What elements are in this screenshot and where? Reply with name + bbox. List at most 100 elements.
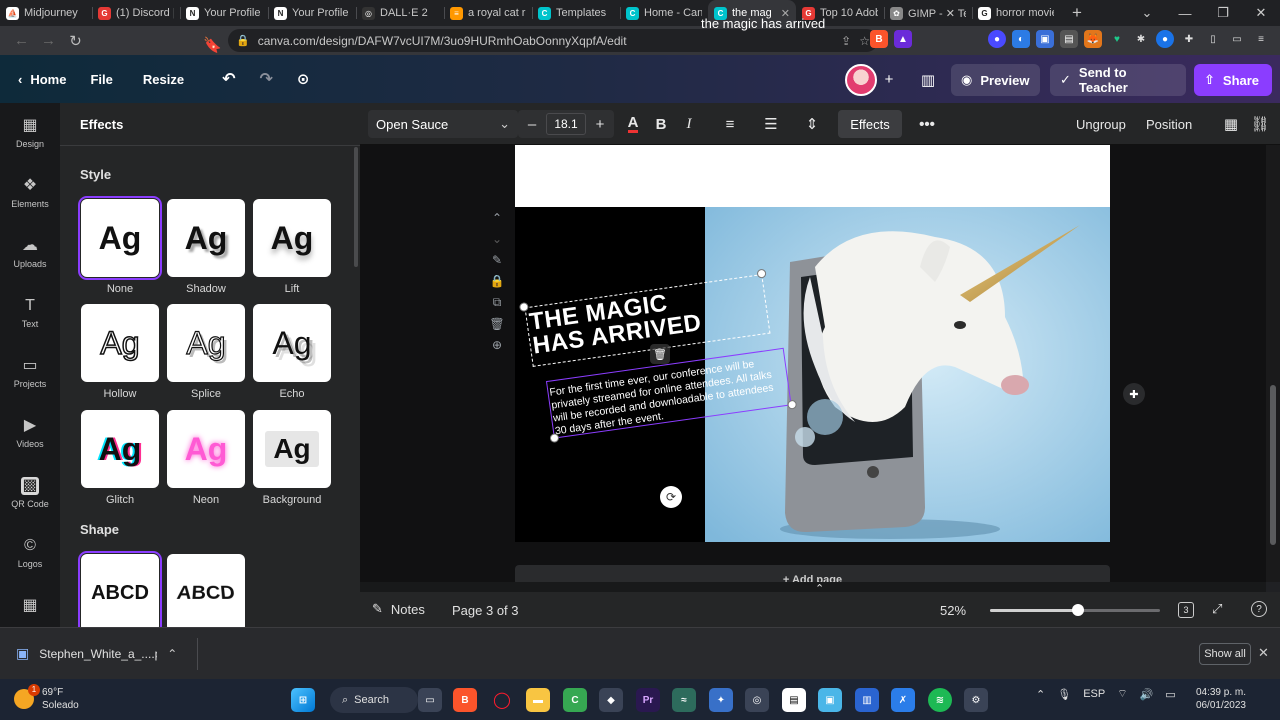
omnibox[interactable]: 🔒 canva.com/design/DAFW7vcUI7M/3uo9HURmh… [228, 29, 878, 52]
rail-item-apps[interactable]: ▦ [0, 597, 60, 615]
camtasia-icon[interactable]: C [563, 688, 587, 712]
notes-button[interactable]: ✎ Notes [372, 601, 425, 617]
extensions-puzzle-icon[interactable]: ✚ [1180, 30, 1198, 48]
microphone-icon[interactable]: 🎙 [1057, 688, 1071, 701]
browser-tab[interactable]: ✿ GIMP - ✕ Te [884, 0, 972, 26]
chevron-down-icon[interactable]: ⌄ [492, 232, 502, 246]
list-icon[interactable]: ☰ [758, 111, 784, 137]
rail-item-projects[interactable]: ▭ Projects [0, 357, 60, 389]
effect-tile-neon[interactable]: Ag [167, 410, 245, 488]
share-page-icon[interactable]: ⇪ [841, 34, 851, 48]
bold-button[interactable]: B [648, 111, 674, 137]
more-options-icon[interactable]: ••• [914, 111, 940, 137]
spacing-icon[interactable]: ⇕ [799, 111, 825, 137]
resize-button[interactable]: Resize [131, 62, 196, 96]
brave-rewards-icon[interactable]: ▲ [894, 30, 912, 48]
volume-icon[interactable]: 🔊 [1140, 688, 1154, 701]
file-explorer-icon[interactable]: ▬ [526, 688, 550, 712]
browser-tab[interactable]: N Your Profile [268, 0, 356, 26]
metamask-icon[interactable]: 🦊 [1084, 30, 1102, 48]
effects-button[interactable]: Effects [838, 110, 902, 138]
rail-item-elements[interactable]: ❖ Elements [0, 177, 60, 209]
position-button[interactable]: Position [1146, 117, 1192, 132]
effect-tile-background[interactable]: Ag [253, 410, 331, 488]
effect-tile-splice[interactable]: Ag [167, 304, 245, 382]
app-icon-4[interactable]: ▤ [782, 688, 806, 712]
close-download-bar-icon[interactable]: ✕ [1258, 645, 1269, 661]
premiere-icon[interactable]: Pr [636, 688, 660, 712]
app-icon-3[interactable]: ◎ [745, 688, 769, 712]
share-button[interactable]: ⇧ Share [1194, 64, 1272, 96]
panel-scrollbar[interactable] [354, 147, 358, 267]
undo-button[interactable]: ↶ [210, 62, 247, 96]
save-status-icon[interactable]: ⊙ [285, 62, 322, 96]
transparency-icon[interactable]: ▦ [1218, 111, 1244, 137]
chevron-up-icon[interactable]: ⌃ [492, 211, 502, 225]
settings-icon[interactable]: ⚙ [964, 688, 988, 712]
previous-page[interactable] [515, 145, 1110, 207]
notes-page-icon[interactable]: ✎ [492, 253, 502, 267]
back-button[interactable]: ← [8, 27, 35, 54]
text-color-button[interactable]: A [620, 111, 646, 137]
store-icon[interactable]: ▥ [855, 688, 879, 712]
menu-icon[interactable]: ≡ [1252, 30, 1270, 48]
redo-button[interactable]: ↷ [247, 62, 284, 96]
reload-button[interactable]: ↻ [62, 27, 89, 54]
browser-tab[interactable]: Ghorror movie [972, 0, 1060, 26]
rail-item-uploads[interactable]: ☁ Uploads [0, 237, 60, 269]
shape-tile[interactable]: ABCD [167, 554, 245, 627]
duplicate-page-icon[interactable]: ⧉ [493, 295, 502, 310]
windows-start-icon[interactable]: ⊞ [291, 688, 315, 712]
resize-handle-bottom-left[interactable] [549, 432, 560, 444]
decrease-font-size-button[interactable]: – [518, 110, 546, 138]
file-button[interactable]: File [78, 62, 124, 96]
extension-icon-3[interactable]: ▣ [1036, 30, 1054, 48]
effect-tile-shadow[interactable]: Ag [167, 199, 245, 277]
canvas-horizontal-scrollbar[interactable] [360, 582, 1266, 592]
weather-widget[interactable]: 1 69°F Soleado [14, 684, 79, 712]
wallet-icon[interactable]: ▭ [1228, 30, 1246, 48]
increase-font-size-button[interactable]: + [586, 110, 614, 138]
lock-icon[interactable]: 🔒 [490, 274, 505, 288]
forward-button[interactable]: → [35, 27, 62, 54]
font-family-select[interactable]: Open Sauce ⌄ [368, 110, 518, 138]
link-icon[interactable]: ⛓ [1247, 111, 1273, 137]
brave-taskbar-icon[interactable]: B [453, 688, 477, 712]
home-button[interactable]: ‹ Home [6, 62, 78, 96]
show-all-button[interactable]: Show all [1199, 643, 1251, 665]
taskbar-search[interactable]: ⌕ Search [330, 687, 418, 713]
brave-shield-icon[interactable]: B [870, 30, 888, 48]
shape-tile[interactable]: ABCD [78, 551, 162, 627]
rotate-handle-icon[interactable]: ⟳ [660, 486, 682, 508]
delete-element-icon[interactable]: 🗑 [650, 344, 670, 364]
tab-search-icon[interactable]: ⌄ [1128, 0, 1166, 26]
effect-tile-none[interactable]: Ag [78, 196, 162, 280]
clock[interactable]: 04:39 p. m. 06/01/2023 [1194, 686, 1246, 712]
browser-tab[interactable]: G (1) Discord | [92, 0, 180, 26]
rail-item-design[interactable]: ▦ Design [0, 117, 60, 149]
canvas-area[interactable]: ⌃ ⌄ ✎ 🔒 ⧉ 🗑 ⊕ THE MAGIC HAS ARRIVED For … [360, 145, 1266, 582]
effect-tile-lift[interactable]: Ag [253, 199, 331, 277]
collapse-pages-icon[interactable]: ⌃ [815, 582, 824, 595]
browser-tab[interactable]: ⛵ Midjourney [0, 0, 92, 26]
add-collaborator-icon[interactable]: + [880, 70, 898, 88]
app-icon-5[interactable]: ▣ [818, 688, 842, 712]
rail-item-logos[interactable]: © Logos [0, 537, 60, 569]
opera-taskbar-icon[interactable]: ◯ [490, 688, 514, 712]
rail-item-text[interactable]: T Text [0, 297, 60, 329]
cube-app-icon[interactable]: ◆ [599, 688, 623, 712]
task-view-icon[interactable]: ▭ [418, 688, 442, 712]
bookmark-star-icon[interactable]: ☆ [859, 34, 870, 48]
extension-icon-2[interactable]: ◐ [1012, 30, 1030, 48]
resize-handle-top-right[interactable] [756, 268, 767, 279]
chevron-up-icon[interactable]: ⌃ [167, 647, 177, 661]
minimize-button[interactable]: — [1166, 0, 1204, 26]
insights-icon[interactable]: ▥ [918, 70, 938, 90]
help-icon[interactable]: ? [1251, 601, 1267, 617]
extension-icon-6[interactable]: ✱ [1132, 30, 1150, 48]
effect-tile-glitch[interactable]: Ag [81, 410, 159, 488]
document-title[interactable]: the magic has arrived [701, 16, 825, 31]
language-indicator[interactable]: ESP [1083, 688, 1105, 700]
bookmark-icon[interactable]: 🔖 [199, 31, 226, 58]
add-page-icon[interactable]: ⊕ [492, 338, 502, 352]
